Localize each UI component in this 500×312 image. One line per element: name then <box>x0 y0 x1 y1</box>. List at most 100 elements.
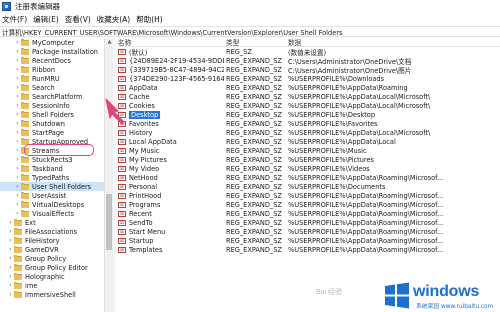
chevron-right-icon[interactable]: › <box>7 273 14 280</box>
tree-item[interactable]: › StartupApproved <box>0 137 104 146</box>
tree-item[interactable]: › FileAssociations <box>0 227 104 236</box>
table-row[interactable]: ab AppData REG_EXPAND_SZ %USERPROFILE%\AppD… <box>116 83 500 92</box>
value-data-cell: C:\Users\Administrator\OneDrive\图片 <box>288 66 412 75</box>
chevron-right-icon[interactable]: › <box>14 210 21 217</box>
chevron-right-icon[interactable]: › <box>14 57 21 64</box>
tree-item[interactable]: › SessionInfo <box>0 101 104 110</box>
table-row[interactable]: ab Favorites REG_EXPAND_SZ %USERPROFILE%\Fa… <box>116 119 500 128</box>
chevron-right-icon[interactable]: › <box>14 147 21 154</box>
chevron-right-icon[interactable]: › <box>14 138 21 145</box>
table-row[interactable]: ab Programs REG_EXPAND_SZ %USERPROFILE%\App… <box>116 200 500 209</box>
table-row[interactable]: ab Recent REG_EXPAND_SZ %USERPROFILE%\AppDa… <box>116 209 500 218</box>
chevron-right-icon[interactable]: › <box>14 66 21 73</box>
tree-item[interactable]: › User Shell Folders <box>0 182 104 191</box>
address-bar[interactable]: 计算机\HKEY_CURRENT_USER\SOFTWARE\Microsoft… <box>0 26 500 37</box>
table-row[interactable]: ab SendTo REG_EXPAND_SZ %USERPROFILE%\AppDa… <box>116 218 500 227</box>
chevron-right-icon[interactable]: › <box>14 192 21 199</box>
tree-item[interactable]: › MyComputer <box>0 38 104 47</box>
tree-item[interactable]: › VisualEffects <box>0 209 104 218</box>
tree-item[interactable]: › ime <box>0 281 104 290</box>
table-row[interactable]: ab Templates REG_EXPAND_SZ %USERPROFILE%\Ap… <box>116 245 500 254</box>
tree-item[interactable]: › StuckRects3 <box>0 155 104 164</box>
folder-icon <box>21 209 29 217</box>
tree-item[interactable]: › Ext <box>0 218 104 227</box>
table-row[interactable]: ab Startup REG_EXPAND_SZ %USERPROFILE%\AppD… <box>116 236 500 245</box>
table-row[interactable]: ab Start Menu REG_EXPAND_SZ %USERPROFILE%\A… <box>116 227 500 236</box>
chevron-right-icon[interactable]: › <box>14 102 21 109</box>
tree-item[interactable]: › Group Policy Editor <box>0 263 104 272</box>
string-value-icon: ab <box>118 93 126 100</box>
menu-help[interactable]: 帮助(H) <box>136 14 163 25</box>
tree-item[interactable]: › Taskband <box>0 164 104 173</box>
tree-item[interactable]: › Search <box>0 83 104 92</box>
table-row[interactable]: ab {339719B5-8C47-4894-94C2-... REG_EXPAND… <box>116 65 500 75</box>
folder-icon <box>14 218 22 226</box>
column-type-header[interactable]: 类型 <box>224 38 286 47</box>
table-row[interactable]: ab NetHood REG_EXPAND_SZ %USERPROFILE%\AppD… <box>116 173 500 182</box>
menu-file[interactable]: 文件(F) <box>2 14 27 25</box>
table-row[interactable]: ab Desktop REG_EXPAND_SZ %USERPROFILE%\Desk… <box>116 110 500 119</box>
tree-item[interactable]: › SearchPlatform <box>0 92 104 101</box>
tree-item[interactable]: › Streams <box>0 146 104 155</box>
chevron-right-icon[interactable]: › <box>14 129 21 136</box>
table-row[interactable]: ab My Pictures REG_EXPAND_SZ %USERPROFILE%\… <box>116 155 500 164</box>
tree-item[interactable]: › Group Policy <box>0 254 104 263</box>
table-row[interactable]: ab History REG_EXPAND_SZ %USERPROFILE%\AppD… <box>116 128 500 137</box>
table-row[interactable]: ab Local AppData REG_EXPAND_SZ %USERPROFILE… <box>116 137 500 146</box>
chevron-right-icon[interactable]: › <box>14 156 21 163</box>
tree-item[interactable]: › RunMRU <box>0 74 104 83</box>
tree-item-label: VisualEffects <box>32 209 75 218</box>
chevron-right-icon[interactable]: › <box>7 228 14 235</box>
chevron-right-icon[interactable]: › <box>14 201 21 208</box>
tree-item[interactable]: › Shell Folders <box>0 110 104 119</box>
string-value-icon: ab <box>118 111 126 118</box>
tree-item-label: SessionInfo <box>32 101 70 110</box>
chevron-right-icon[interactable]: › <box>14 165 21 172</box>
tree-item-label: UserAssist <box>32 191 67 200</box>
tree-item[interactable]: › UserAssist <box>0 191 104 200</box>
chevron-right-icon[interactable]: › <box>14 48 21 55</box>
tree-item[interactable]: › GameDVR <box>0 245 104 254</box>
chevron-right-icon[interactable]: › <box>7 219 14 226</box>
table-row[interactable]: ab My Music REG_EXPAND_SZ %USERPROFILE%\Mus… <box>116 146 500 155</box>
tree-item[interactable]: › FileHistory <box>0 236 104 245</box>
chevron-right-icon[interactable]: › <box>14 120 21 127</box>
tree-item[interactable]: › ImmersiveShell <box>0 290 104 299</box>
menu-view[interactable]: 查看(V) <box>65 14 91 25</box>
tree-scrollbar[interactable]: ▲ <box>104 38 113 312</box>
chevron-right-icon[interactable]: › <box>14 174 21 181</box>
chevron-right-icon[interactable]: › <box>14 111 21 118</box>
table-row[interactable]: ab {374DE290-123F-4565-9164-... REG_EXPAND… <box>116 74 500 83</box>
table-row[interactable]: ab Cache REG_EXPAND_SZ %USERPROFILE%\AppDat… <box>116 92 500 101</box>
chevron-right-icon[interactable]: › <box>14 75 21 82</box>
chevron-right-icon[interactable]: › <box>14 39 21 46</box>
tree-item[interactable]: › Holographic <box>0 272 104 281</box>
tree-item-label: Shutdown <box>32 119 65 128</box>
chevron-right-icon[interactable]: › <box>14 84 21 91</box>
tree-item[interactable]: › VirtualDesktops <box>0 200 104 209</box>
menu-favorites[interactable]: 收藏夹(A) <box>97 14 130 25</box>
value-data-cell: %USERPROFILE%\Pictures <box>288 155 374 164</box>
chevron-right-icon[interactable]: › <box>7 291 14 298</box>
tree-item[interactable]: › Package Installation <box>0 47 104 56</box>
scroll-thumb[interactable] <box>106 194 112 250</box>
table-row[interactable]: ab PrintHood REG_EXPAND_SZ %USERPROFILE%\Ap… <box>116 191 500 200</box>
chevron-right-icon[interactable]: › <box>7 237 14 244</box>
tree-item[interactable]: › RecentDocs <box>0 56 104 65</box>
chevron-right-icon[interactable]: › <box>7 264 14 271</box>
table-row[interactable]: ab Personal REG_EXPAND_SZ %USERPROFILE%\Doc… <box>116 182 500 191</box>
chevron-right-icon[interactable]: › <box>7 255 14 262</box>
table-row[interactable]: ab Cookies REG_EXPAND_SZ %USERPROFILE%\AppD… <box>116 101 500 110</box>
chevron-right-icon[interactable]: › <box>14 183 21 190</box>
tree-item[interactable]: › Shutdown <box>0 119 104 128</box>
menu-edit[interactable]: 编辑(E) <box>33 14 59 25</box>
table-row[interactable]: ab My Video REG_EXPAND_SZ %USERPROFILE%\Vid… <box>116 164 500 173</box>
chevron-right-icon[interactable]: › <box>14 93 21 100</box>
tree-item[interactable]: › TypedPaths <box>0 173 104 182</box>
tree-item[interactable]: › StartPage <box>0 128 104 137</box>
value-type-cell: REG_EXPAND_SZ <box>226 146 282 155</box>
tree-item[interactable]: › Ribbon <box>0 65 104 74</box>
chevron-right-icon[interactable]: › <box>7 246 14 253</box>
folder-icon <box>21 65 29 73</box>
chevron-right-icon[interactable]: › <box>7 282 14 289</box>
